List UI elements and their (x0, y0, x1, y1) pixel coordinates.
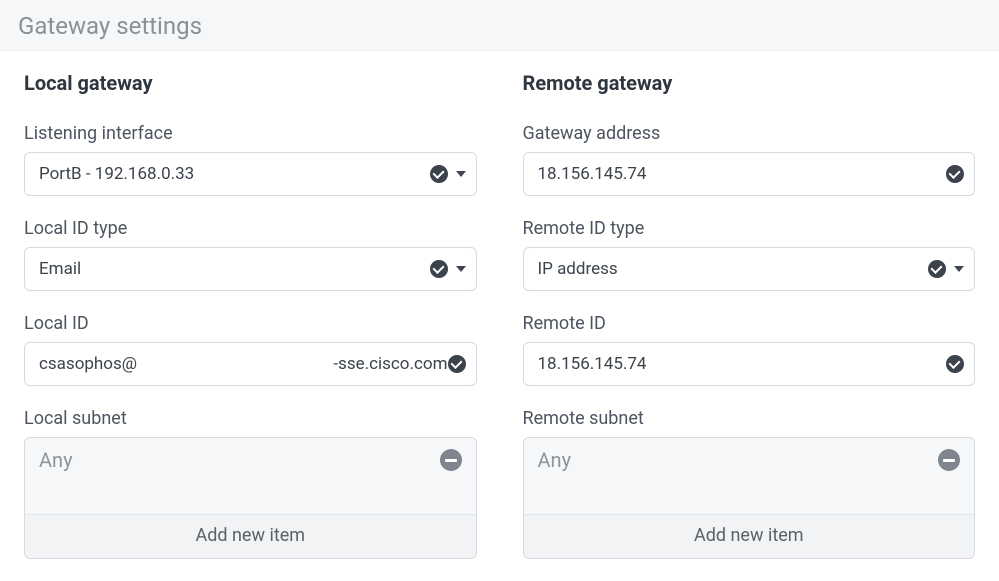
remote-id-field: Remote ID 18.156.145.74 (523, 313, 976, 386)
gateway-address-label: Gateway address (523, 123, 976, 144)
remote-id-type-select[interactable]: IP address (523, 247, 976, 291)
check-icon (430, 260, 448, 278)
remote-subnet-label: Remote subnet (523, 408, 976, 429)
remote-id-value: 18.156.145.74 (538, 354, 947, 374)
listening-interface-select[interactable]: PortB - 192.168.0.33 (24, 152, 477, 196)
remote-subnet-field: Remote subnet Any Add new item (523, 408, 976, 559)
spacer (524, 478, 975, 514)
remote-column: Remote gateway Gateway address 18.156.14… (523, 71, 976, 581)
remove-icon[interactable] (938, 449, 960, 471)
check-icon (430, 165, 448, 183)
local-id-type-select[interactable]: Email (24, 247, 477, 291)
gateway-address-value: 18.156.145.74 (538, 164, 947, 184)
listening-interface-value: PortB - 192.168.0.33 (39, 164, 430, 184)
local-id-type-field: Local ID type Email (24, 218, 477, 291)
local-subnet-value: Any (39, 448, 440, 472)
remote-id-type-label: Remote ID type (523, 218, 976, 239)
local-id-field: Local ID csasophos@ -sse.cisco.com (24, 313, 477, 386)
remote-id-input[interactable]: 18.156.145.74 (523, 342, 976, 386)
page-title: Gateway settings (18, 12, 981, 40)
check-icon (928, 260, 946, 278)
remote-heading: Remote gateway (523, 71, 976, 95)
local-id-input[interactable]: csasophos@ -sse.cisco.com (24, 342, 477, 386)
chevron-down-icon (456, 266, 466, 272)
listening-interface-field: Listening interface PortB - 192.168.0.33 (24, 123, 477, 196)
local-id-type-value: Email (39, 259, 430, 279)
local-id-label: Local ID (24, 313, 477, 334)
remote-id-label: Remote ID (523, 313, 976, 334)
local-subnet-field: Local subnet Any Add new item (24, 408, 477, 559)
local-heading: Local gateway (24, 71, 477, 95)
gateway-address-input[interactable]: 18.156.145.74 (523, 152, 976, 196)
local-id-type-label: Local ID type (24, 218, 477, 239)
chevron-down-icon (954, 266, 964, 272)
gateway-panel: Local gateway Listening interface PortB … (0, 51, 999, 581)
remote-subnet-entry[interactable]: Any (524, 438, 975, 478)
remote-subnet-add-button[interactable]: Add new item (524, 514, 975, 558)
local-subnet-label: Local subnet (24, 408, 477, 429)
remove-icon[interactable] (440, 449, 462, 471)
local-column: Local gateway Listening interface PortB … (24, 71, 477, 581)
local-subnet-entry[interactable]: Any (25, 438, 476, 478)
local-subnet-box: Any Add new item (24, 437, 477, 559)
page-header: Gateway settings (0, 0, 999, 51)
chevron-down-icon (456, 171, 466, 177)
local-id-value: csasophos@ -sse.cisco.com (39, 354, 448, 374)
gateway-address-field: Gateway address 18.156.145.74 (523, 123, 976, 196)
local-subnet-add-button[interactable]: Add new item (25, 514, 476, 558)
remote-id-type-value: IP address (538, 259, 929, 279)
check-icon (946, 165, 964, 183)
check-icon (448, 355, 466, 373)
remote-subnet-value: Any (538, 448, 939, 472)
remote-subnet-box: Any Add new item (523, 437, 976, 559)
listening-interface-label: Listening interface (24, 123, 477, 144)
remote-id-type-field: Remote ID type IP address (523, 218, 976, 291)
check-icon (946, 355, 964, 373)
spacer (25, 478, 476, 514)
